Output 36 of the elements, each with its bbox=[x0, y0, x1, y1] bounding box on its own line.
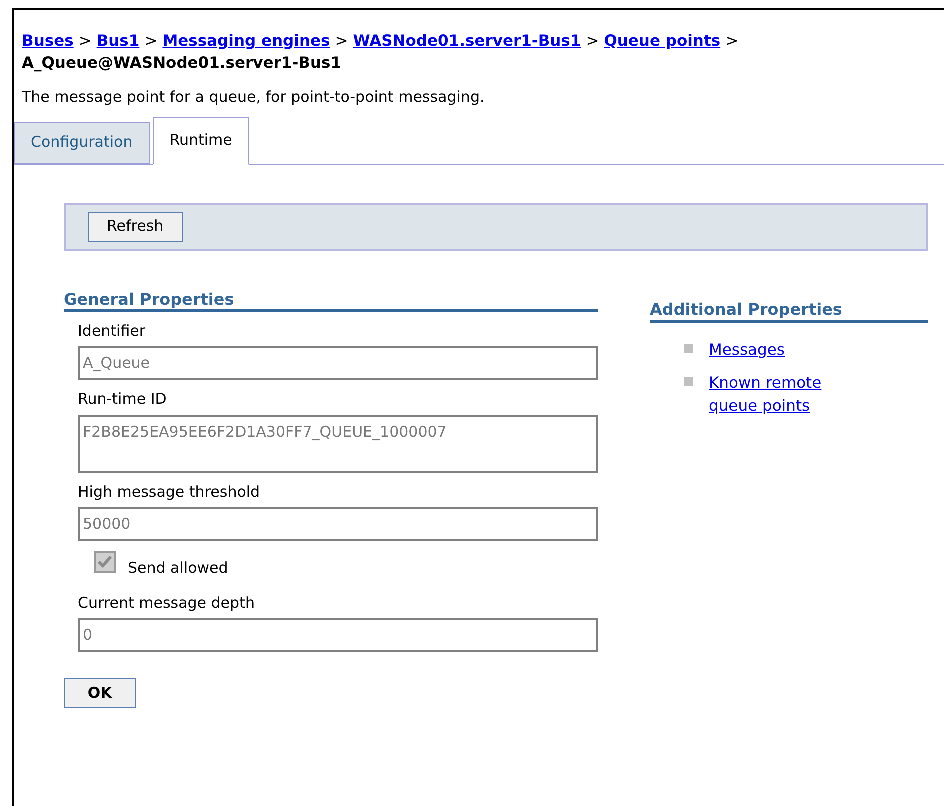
field-value: 50000 bbox=[83, 514, 131, 535]
breadcrumb-link[interactable]: Bus1 bbox=[96, 32, 140, 50]
input-field[interactable]: 0 bbox=[78, 618, 598, 652]
breadcrumb-separator: > bbox=[144, 32, 158, 50]
breadcrumb-separator: > bbox=[335, 32, 348, 50]
input-field[interactable]: A_Queue bbox=[78, 346, 598, 380]
field-value: 0 bbox=[83, 624, 93, 646]
ok-button[interactable]: OK bbox=[64, 678, 136, 708]
checkbox-label: Send allowed bbox=[128, 558, 228, 579]
field-label: Run-time ID bbox=[78, 389, 168, 410]
tab[interactable]: Configuration bbox=[14, 122, 150, 164]
tab[interactable]: Runtime bbox=[152, 116, 250, 164]
breadcrumb-link[interactable]: WASNode01.server1-Bus1 bbox=[353, 32, 582, 50]
section-heading: Additional Properties bbox=[650, 300, 928, 322]
check-icon bbox=[97, 555, 113, 570]
breadcrumb-separator: > bbox=[586, 32, 600, 50]
property-link[interactable]: Known remote queue points bbox=[709, 372, 869, 418]
bullet-icon bbox=[684, 376, 693, 386]
field-value: F2B8E25EA95EE6F2D1A30FF7_QUEUE_1000007 bbox=[83, 422, 447, 440]
field-label: Current message depth bbox=[78, 592, 256, 614]
bullet-icon bbox=[684, 344, 693, 352]
breadcrumb-separator: > bbox=[78, 32, 92, 50]
breadcrumb-link[interactable]: Queue points bbox=[604, 32, 721, 50]
input-field[interactable]: F2B8E25EA95EE6F2D1A30FF7_QUEUE_1000007 bbox=[78, 414, 598, 472]
breadcrumb-separator: > bbox=[726, 32, 739, 50]
breadcrumb-link[interactable]: Messaging engines bbox=[162, 32, 330, 50]
page-title: A_Queue@WASNode01.server1-Bus1 bbox=[22, 53, 342, 74]
field-label: Identifier bbox=[78, 320, 147, 342]
refresh-button[interactable]: Refresh bbox=[88, 212, 183, 242]
breadcrumb-link[interactable]: Buses bbox=[22, 32, 74, 50]
field-value: A_Queue bbox=[83, 352, 150, 374]
field-label: High message threshold bbox=[78, 482, 262, 502]
page-description: The message point for a queue, for point-to-point messaging. bbox=[22, 87, 486, 108]
input-field[interactable]: 50000 bbox=[78, 507, 598, 541]
property-link[interactable]: Messages bbox=[709, 338, 869, 362]
section-heading: General Properties bbox=[64, 290, 598, 312]
